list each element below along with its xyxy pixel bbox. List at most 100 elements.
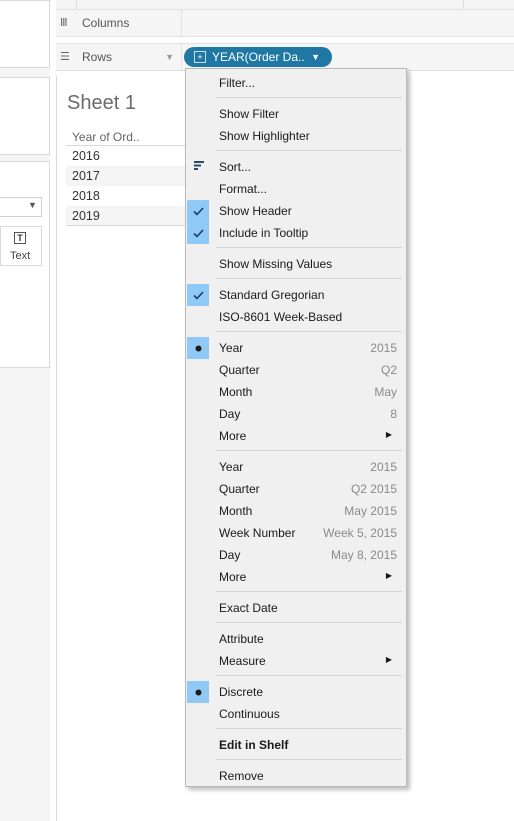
menu-item-label: Exact Date bbox=[219, 601, 278, 615]
menu-item-label: Month bbox=[219, 385, 253, 399]
menu-separator bbox=[216, 247, 402, 248]
menu-item-hint: May bbox=[374, 385, 397, 399]
menu-item-label: Week Number bbox=[219, 526, 296, 540]
menu-item-label: Include in Tooltip bbox=[219, 226, 309, 240]
menu-item-label: Show Missing Values bbox=[219, 257, 333, 271]
year-order-date-pill[interactable]: + YEAR(Order Da.. ▼ bbox=[184, 47, 332, 67]
menu-item-show-filter[interactable]: Show Filter bbox=[186, 103, 406, 125]
menu-item-show-highlighter[interactable]: Show Highlighter bbox=[186, 125, 406, 147]
pill-label: YEAR(Order Da.. bbox=[212, 50, 305, 64]
menu-item-label: ISO-8601 Week-Based bbox=[219, 310, 343, 324]
chevron-down-icon: ▼ bbox=[165, 51, 174, 62]
columns-icon: Ⅲ bbox=[60, 17, 68, 29]
chevron-down-icon[interactable]: ▼ bbox=[311, 52, 320, 62]
menu-item-discrete[interactable]: Discrete bbox=[186, 681, 406, 703]
menu-item-label: Standard Gregorian bbox=[219, 288, 325, 302]
menu-item-week-number[interactable]: Week Number Week 5, 2015 bbox=[186, 522, 406, 544]
menu-item-include-in-tooltip[interactable]: Include in Tooltip bbox=[186, 222, 406, 244]
table-row[interactable]: 2019 bbox=[66, 206, 186, 226]
text-icon: T bbox=[14, 232, 26, 244]
divider bbox=[66, 225, 186, 226]
menu-item-remove[interactable]: Remove bbox=[186, 765, 406, 787]
text-mark-label: Text bbox=[10, 250, 31, 262]
menu-item-label: Year bbox=[219, 460, 244, 474]
rows-icon: ☰ bbox=[60, 51, 70, 63]
table-row[interactable]: 2018 bbox=[66, 186, 186, 206]
menu-item-edit-in-shelf[interactable]: Edit in Shelf bbox=[186, 734, 406, 756]
row-value: 2019 bbox=[72, 209, 100, 223]
menu-item-hint: Q2 bbox=[380, 363, 397, 377]
menu-item-label: Measure bbox=[219, 654, 266, 668]
expand-icon[interactable]: + bbox=[194, 51, 206, 63]
menu-item-show-missing-values[interactable]: Show Missing Values bbox=[186, 253, 406, 275]
menu-item-hint: 8 bbox=[390, 407, 397, 421]
menu-separator bbox=[216, 622, 402, 623]
menu-item-exact-year[interactable]: Year 2015 bbox=[186, 456, 406, 478]
rows-label-text: Rows bbox=[82, 49, 113, 64]
toolbar-strip bbox=[56, 0, 514, 9]
menu-item-format[interactable]: Format... bbox=[186, 178, 406, 200]
menu-item-label: Quarter bbox=[219, 363, 260, 377]
menu-item-hint: Week 5, 2015 bbox=[323, 526, 397, 540]
column-header[interactable]: Year of Ord.. bbox=[72, 130, 140, 144]
menu-item-filter[interactable]: Filter... bbox=[186, 72, 406, 94]
menu-item-label: Year bbox=[219, 341, 244, 355]
menu-item-label: More bbox=[219, 429, 247, 443]
menu-item-standard-gregorian[interactable]: Standard Gregorian bbox=[186, 284, 406, 306]
menu-item-more[interactable]: More ▶ bbox=[186, 425, 406, 447]
chevron-right-icon: ▶ bbox=[385, 571, 392, 580]
menu-item-label: More bbox=[219, 570, 247, 584]
divider bbox=[181, 43, 182, 70]
menu-item-hint: Q2 2015 bbox=[350, 482, 397, 496]
pages-card bbox=[0, 0, 50, 68]
columns-shelf-label: Ⅲ Columns bbox=[60, 9, 180, 36]
divider bbox=[181, 9, 182, 36]
menu-item-continuous[interactable]: Continuous bbox=[186, 703, 406, 725]
divider bbox=[76, 0, 77, 9]
menu-item-label: Format... bbox=[219, 182, 268, 196]
menu-separator bbox=[216, 450, 402, 451]
menu-item-label: Show Highlighter bbox=[219, 129, 310, 143]
menu-item-exact-day[interactable]: Day May 8, 2015 bbox=[186, 544, 406, 566]
menu-item-iso-week-based[interactable]: ISO-8601 Week-Based bbox=[186, 306, 406, 328]
menu-item-year[interactable]: Year 2015 bbox=[186, 337, 406, 359]
menu-item-label: Remove bbox=[219, 769, 264, 783]
menu-separator bbox=[216, 759, 402, 760]
table-row[interactable]: 2016 bbox=[66, 146, 186, 166]
menu-item-label: Continuous bbox=[219, 707, 280, 721]
menu-item-exact-month[interactable]: Month May 2015 bbox=[186, 500, 406, 522]
radio-dot-icon bbox=[187, 337, 209, 359]
divider bbox=[56, 76, 57, 821]
menu-item-more[interactable]: More ▶ bbox=[186, 566, 406, 588]
menu-separator bbox=[216, 331, 402, 332]
menu-item-label: Day bbox=[219, 548, 241, 562]
menu-item-quarter[interactable]: Quarter Q2 bbox=[186, 359, 406, 381]
menu-item-sort[interactable]: Sort... bbox=[186, 156, 406, 178]
menu-item-hint: May 2015 bbox=[344, 504, 397, 518]
menu-item-attribute[interactable]: Attribute bbox=[186, 628, 406, 650]
menu-separator bbox=[216, 728, 402, 729]
menu-item-label: Edit in Shelf bbox=[219, 738, 289, 752]
check-icon bbox=[187, 284, 209, 306]
divider bbox=[463, 0, 464, 9]
menu-item-hint: 2015 bbox=[370, 460, 397, 474]
menu-item-show-header[interactable]: Show Header bbox=[186, 200, 406, 222]
check-icon bbox=[187, 222, 209, 244]
menu-item-label: Quarter bbox=[219, 482, 260, 496]
filters-card bbox=[0, 77, 50, 155]
sort-icon bbox=[194, 161, 204, 170]
menu-item-label: Attribute bbox=[219, 632, 264, 646]
menu-item-label: Day bbox=[219, 407, 241, 421]
menu-separator bbox=[216, 278, 402, 279]
menu-item-label: Filter... bbox=[219, 76, 256, 90]
menu-item-month[interactable]: Month May bbox=[186, 381, 406, 403]
menu-item-hint: 2015 bbox=[370, 341, 397, 355]
menu-item-hint: May 8, 2015 bbox=[330, 548, 397, 562]
menu-item-label: Discrete bbox=[219, 685, 264, 699]
menu-item-exact-quarter[interactable]: Quarter Q2 2015 bbox=[186, 478, 406, 500]
menu-item-exact-date[interactable]: Exact Date bbox=[186, 597, 406, 619]
menu-item-day[interactable]: Day 8 bbox=[186, 403, 406, 425]
table-row[interactable]: 2017 bbox=[66, 166, 186, 186]
menu-item-measure[interactable]: Measure ▶ bbox=[186, 650, 406, 672]
menu-item-label: Show Filter bbox=[219, 107, 280, 121]
